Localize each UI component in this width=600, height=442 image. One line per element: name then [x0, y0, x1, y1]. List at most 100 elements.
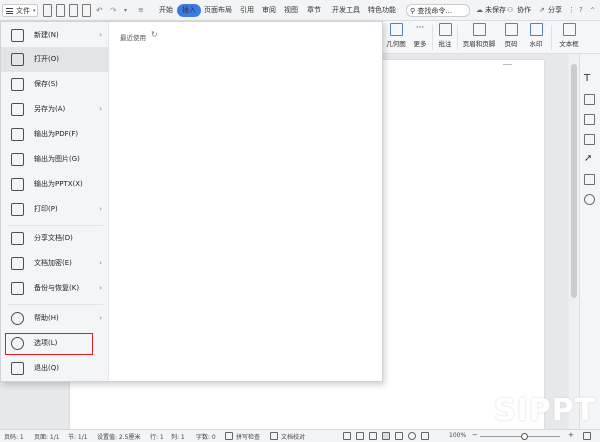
collapse-icon[interactable]: ^ — [590, 4, 595, 17]
command-search-input[interactable]: ⚲ 查找命令... — [406, 4, 470, 17]
vertical-scrollbar[interactable] — [569, 54, 579, 429]
refresh-icon[interactable]: ↻ — [151, 30, 158, 39]
chevron-right-icon: › — [99, 284, 102, 292]
menu-item-new[interactable]: 新建(N) › — [1, 23, 108, 48]
unsaved-status[interactable]: 未保存 — [485, 4, 506, 17]
header-footer-button[interactable]: 页眉和页脚 — [461, 23, 497, 51]
proofread-button[interactable]: 文档校对 — [281, 432, 305, 441]
more-dots-icon: ··· — [415, 23, 425, 33]
page-number-label: 页码 — [504, 40, 518, 48]
search-placeholder: 查找命令... — [417, 7, 453, 15]
print-icon[interactable] — [82, 4, 91, 17]
status-col[interactable]: 列: 1 — [171, 432, 185, 441]
menu-item-share[interactable]: 分享文档(D) — [1, 226, 108, 251]
status-words[interactable]: 字数: 0 — [196, 432, 216, 441]
text-style-icon[interactable]: T — [584, 74, 595, 85]
menu-item-exit[interactable]: 退出(Q) — [1, 356, 108, 381]
undo-icon[interactable]: ↶ — [96, 4, 103, 17]
status-bar: 页码: 1 页面: 1/1 节: 1/1 设置值: 2.5厘米 行: 1 列: … — [0, 429, 600, 442]
status-page[interactable]: 页码: 1 — [4, 432, 24, 441]
scrollbar-thumb[interactable] — [571, 64, 577, 298]
redo-icon[interactable]: ↷ — [110, 4, 117, 17]
chevron-right-icon: › — [99, 314, 102, 322]
file-menu-list: 新建(N) › 打开(O) 保存(S) 另存为(A) › 输出为PDF(F) 输… — [1, 22, 109, 381]
chevron-down-icon: ▾ — [33, 8, 36, 14]
tab-chapter[interactable]: 章节 — [307, 4, 321, 17]
watermark-button[interactable]: 水印 — [525, 23, 547, 51]
menu-item-encrypt[interactable]: 文档加密(E) › — [1, 251, 108, 276]
textbox-button[interactable]: 文本框 — [555, 23, 583, 51]
tab-insert[interactable]: 插入 — [177, 4, 201, 17]
zoom-slider[interactable] — [480, 436, 560, 437]
menu-item-export-pdf[interactable]: 输出为PDF(F) — [1, 122, 108, 147]
edit-icon[interactable] — [584, 114, 595, 125]
more-icon[interactable]: ▾ — [124, 4, 127, 17]
menu-item-label: 另存为(A) — [34, 105, 66, 113]
tab-home[interactable]: 开始 — [159, 4, 173, 17]
collaborate-icon: ⚇ — [507, 6, 514, 14]
tab-developer[interactable]: 开发工具 — [332, 4, 360, 17]
status-line[interactable]: 行: 1 — [150, 432, 164, 441]
menu-item-export-image[interactable]: 输出为图片(G) — [1, 147, 108, 172]
zoom-slider-handle[interactable] — [521, 433, 528, 440]
file-menu-label: 文件 — [16, 7, 30, 15]
save-icon[interactable] — [56, 4, 65, 17]
write-mode-icon[interactable] — [369, 432, 377, 440]
share-button[interactable]: 分享 — [548, 4, 562, 17]
exit-icon — [11, 362, 24, 375]
tab-page-layout[interactable]: 页面布局 — [204, 4, 232, 17]
read-mode-icon[interactable] — [356, 432, 364, 440]
menu-item-save[interactable]: 保存(S) — [1, 72, 108, 97]
menu-item-backup[interactable]: 备份与恢复(K) › — [1, 276, 108, 301]
zoom-level[interactable]: 100% — [449, 432, 466, 439]
menu-item-label: 新建(N) — [34, 31, 59, 39]
tab-features[interactable]: 特色功能 — [368, 4, 396, 17]
menu-item-export-pptx[interactable]: 输出为PPTX(X) — [1, 172, 108, 197]
watermark-icon — [529, 23, 543, 36]
recent-files-title: 最近使用 — [120, 34, 146, 42]
web-view-icon[interactable] — [408, 432, 416, 440]
zoom-in-icon[interactable]: + — [568, 431, 574, 439]
geometry-icon — [389, 23, 403, 36]
help-icon[interactable]: ? — [579, 4, 583, 17]
more-options-icon[interactable]: ⋮ — [568, 4, 575, 17]
spellcheck-button[interactable]: 拼写检查 — [236, 432, 260, 441]
image-icon[interactable] — [584, 94, 595, 105]
geometry-button[interactable]: 几何图 — [383, 23, 409, 51]
comment-button[interactable]: 批注 — [436, 23, 454, 51]
header-footer-icon — [472, 23, 486, 36]
cursor-icon[interactable]: ➚ — [584, 154, 595, 165]
tab-review[interactable]: 审阅 — [262, 4, 276, 17]
tab-view[interactable]: 视图 — [284, 4, 298, 17]
fit-window-icon[interactable] — [583, 432, 591, 440]
file-menu-button[interactable]: 文件 ▾ — [2, 4, 38, 17]
page-number-button[interactable]: 页码 — [500, 23, 522, 51]
spellcheck-icon[interactable] — [225, 432, 233, 440]
menu-item-save-as[interactable]: 另存为(A) › — [1, 97, 108, 122]
help-circle-icon[interactable] — [584, 194, 595, 205]
zoom-out-icon[interactable]: − — [472, 431, 478, 439]
menu-item-label: 备份与恢复(K) — [34, 284, 80, 292]
form-icon[interactable] — [584, 134, 595, 145]
menu-item-open[interactable]: 打开(O) — [1, 47, 108, 72]
status-pages[interactable]: 页面: 1/1 — [34, 432, 60, 441]
folder-icon[interactable] — [43, 4, 52, 17]
proofread-icon[interactable] — [270, 432, 278, 440]
help-icon — [11, 312, 24, 325]
collaborate-button[interactable]: 协作 — [517, 4, 531, 17]
page-view-icon[interactable] — [382, 432, 390, 440]
fullscreen-icon[interactable] — [343, 432, 351, 440]
customize-icon[interactable]: ≡ — [138, 4, 144, 17]
eye-protect-icon[interactable] — [421, 432, 429, 440]
tab-references[interactable]: 引用 — [240, 4, 254, 17]
menu-item-print[interactable]: 打印(P) › — [1, 197, 108, 222]
cloud-save-icon: ☁ — [476, 6, 483, 14]
print-preview-icon[interactable] — [69, 4, 78, 17]
menu-item-help[interactable]: 帮助(H) › — [1, 306, 108, 331]
status-setting[interactable]: 设置值: 2.5厘米 — [97, 432, 140, 441]
adjust-icon[interactable] — [584, 174, 595, 185]
more-button[interactable]: ··· 更多 — [410, 23, 430, 51]
outline-view-icon[interactable] — [395, 432, 403, 440]
comment-icon — [438, 23, 452, 36]
status-section[interactable]: 节: 1/1 — [68, 432, 88, 441]
